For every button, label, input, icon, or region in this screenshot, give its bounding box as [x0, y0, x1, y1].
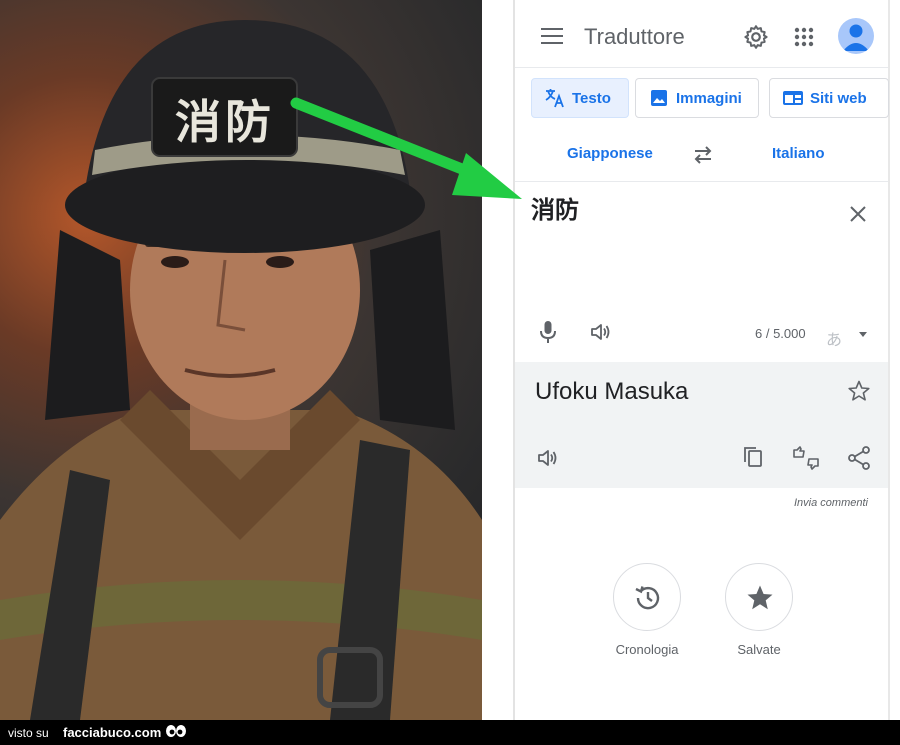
source-language-button[interactable]: Giapponese	[567, 145, 653, 162]
translator-panel: Traduttore Testo Immagini Siti web Giapp…	[513, 0, 890, 720]
chevron-down-icon[interactable]	[859, 332, 867, 337]
avatar[interactable]	[838, 18, 874, 54]
send-feedback-link[interactable]: Invia commenti	[794, 497, 868, 509]
history-icon	[635, 586, 660, 610]
input-method-icon[interactable]: あ	[826, 326, 842, 350]
star-icon	[747, 585, 773, 610]
character-count: 6 / 5.000	[755, 326, 806, 341]
image-icon	[651, 90, 667, 106]
share-icon[interactable]	[848, 446, 870, 470]
saved-label: Salvate	[737, 642, 781, 657]
history-button[interactable]	[613, 563, 681, 631]
gear-icon[interactable]	[743, 24, 769, 50]
web-icon	[783, 91, 803, 105]
app-title: Traduttore	[584, 24, 685, 49]
rate-translation-icon[interactable]	[792, 446, 820, 470]
history-label: Cronologia	[615, 642, 679, 657]
tab-websites[interactable]: Siti web	[769, 78, 889, 118]
speaker-icon[interactable]	[537, 448, 559, 468]
swap-languages-icon[interactable]	[691, 144, 715, 166]
app-bar: Traduttore	[515, 0, 888, 68]
microphone-icon[interactable]	[539, 320, 557, 344]
source-text[interactable]: 消防	[531, 190, 579, 225]
helmet-label: 消防	[175, 95, 275, 149]
tab-websites-label: Siti web	[810, 89, 867, 107]
tab-images[interactable]: Immagini	[635, 78, 759, 118]
translation-result: Ufoku Masuka	[515, 362, 888, 488]
star-outline-icon[interactable]	[848, 380, 870, 402]
menu-icon[interactable]	[541, 28, 563, 44]
user-icon	[843, 24, 869, 51]
apps-grid-icon[interactable]	[793, 26, 815, 48]
saved-button[interactable]	[725, 563, 793, 631]
copy-icon[interactable]	[743, 446, 763, 468]
target-language-button[interactable]: Italiano	[772, 145, 825, 162]
speaker-icon[interactable]	[590, 322, 612, 342]
translate-icon	[545, 89, 564, 108]
facciabuco-logo-icon	[166, 725, 186, 737]
translated-text: Ufoku Masuka	[535, 378, 689, 405]
green-arrow	[290, 97, 522, 199]
footer-bar: visto su facciabuco.com	[0, 720, 900, 745]
footer-prefix: visto su	[8, 726, 49, 740]
footer-brand-link[interactable]: facciabuco.com	[63, 725, 161, 740]
language-bar: Giapponese Italiano	[515, 132, 888, 176]
tab-text[interactable]: Testo	[531, 78, 629, 118]
mode-tabs: Testo Immagini Siti web	[515, 78, 889, 118]
close-icon[interactable]	[848, 204, 868, 224]
tab-text-label: Testo	[572, 89, 611, 107]
source-text-area[interactable]: 消防 6 / 5.000 あ	[515, 181, 888, 363]
tab-images-label: Immagini	[676, 89, 742, 107]
